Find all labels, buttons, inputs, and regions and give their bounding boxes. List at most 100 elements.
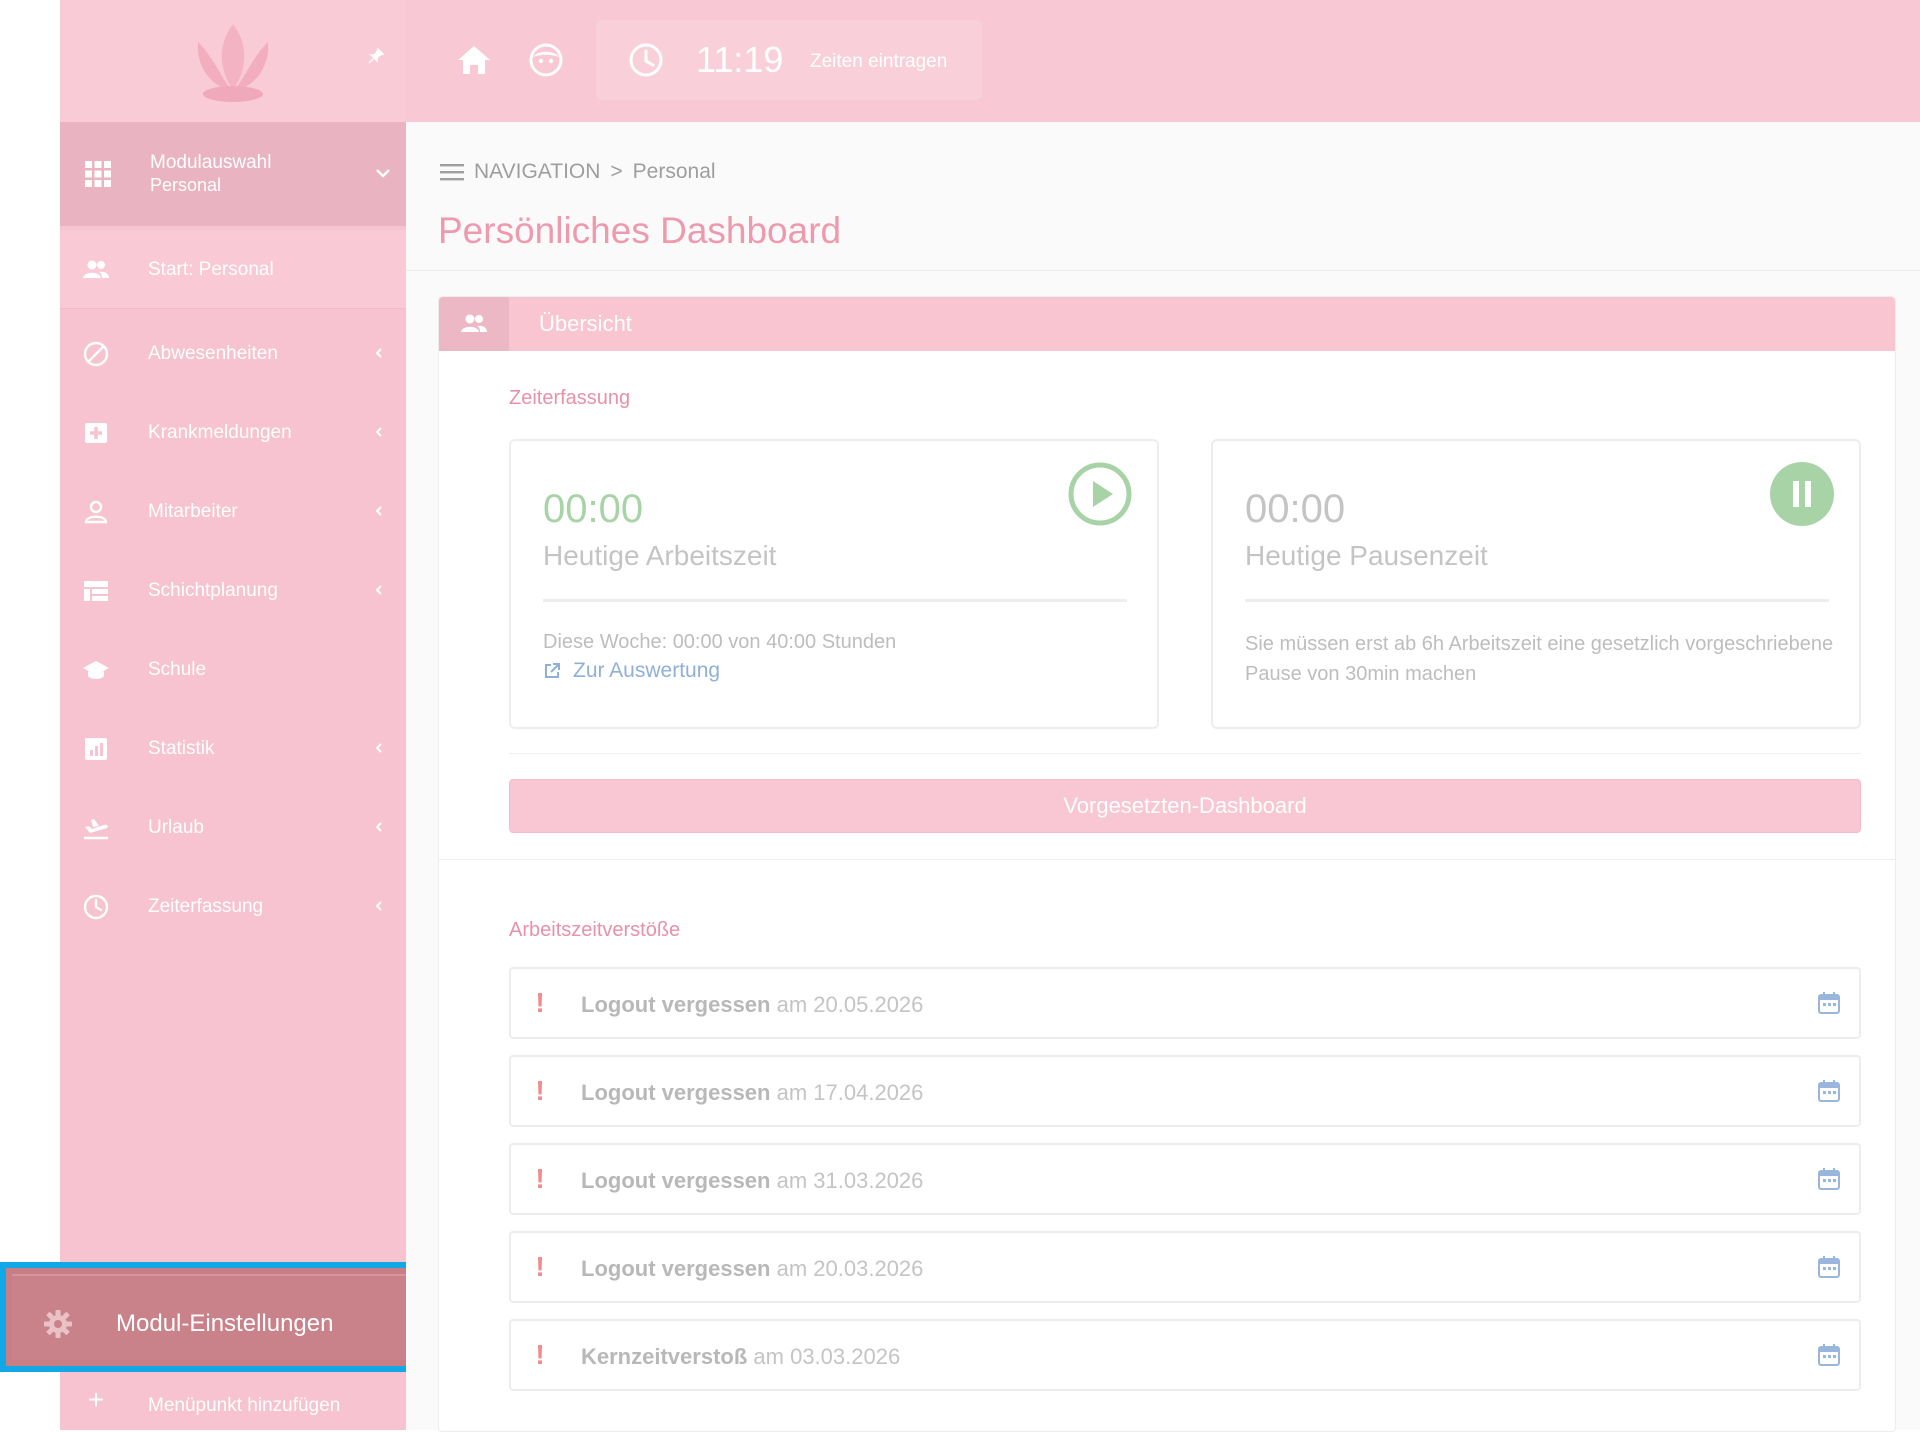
people-icon [83, 260, 109, 278]
sidebar-item-start[interactable]: Start: Personal [60, 230, 406, 309]
violation-row[interactable]: ! Logout vergessen am 20.05.2026 [509, 967, 1861, 1039]
ban-icon [83, 341, 109, 367]
time-entry-link[interactable]: Zeiten eintragen [810, 50, 947, 74]
breadcrumb-separator: > [610, 160, 623, 183]
violation-row[interactable]: ! Kernzeitverstoß am 03.03.2026 [509, 1319, 1861, 1391]
calendar-icon[interactable] [1817, 991, 1841, 1015]
chevron-left-icon [375, 585, 382, 595]
violation-row[interactable]: ! Logout vergessen am 20.03.2026 [509, 1231, 1861, 1303]
chevron-left-icon [375, 506, 382, 516]
violation-date: am 17.04.2026 [776, 1080, 924, 1105]
chevron-left-icon [375, 427, 382, 437]
breadcrumb-current: Personal [632, 160, 716, 183]
pause-time-value: 00:00 [1245, 487, 1346, 531]
chevron-left-icon [375, 901, 382, 911]
add-menu-item-label: Menüpunkt hinzufügen [148, 1395, 341, 1416]
sidebar-item-label: Start: Personal [148, 259, 274, 280]
sidebar-item-label: Zeiterfassung [148, 896, 264, 917]
pin-icon[interactable] [366, 47, 386, 68]
chevron-down-icon [376, 169, 390, 178]
sidebar-item-label: Schichtplanung [148, 580, 278, 601]
sidebar-item-urlaub[interactable]: Urlaub [60, 792, 406, 862]
violation-type: Logout vergessen [581, 1168, 771, 1193]
person-icon [84, 500, 108, 524]
external-link-icon [545, 663, 560, 678]
module-settings-button[interactable]: Modul-Einstellungen [0, 1262, 422, 1372]
top-bar: 11:19 Zeiten eintragen [60, 0, 1920, 122]
exclamation-icon: ! [535, 1251, 545, 1282]
violation-row[interactable]: ! Logout vergessen am 31.03.2026 [509, 1143, 1861, 1215]
divider [509, 753, 1861, 754]
sidebar: Modulauswahl Personal Start: Personal Ab… [60, 122, 406, 1430]
add-menu-item-button[interactable]: + Menüpunkt hinzufügen [60, 1372, 406, 1430]
violation-text: Logout vergessen am 20.05.2026 [581, 991, 923, 1019]
violation-date: am 20.03.2026 [776, 1256, 924, 1281]
logo-area [60, 0, 406, 122]
play-button[interactable] [1067, 461, 1133, 527]
violation-text: Logout vergessen am 20.03.2026 [581, 1255, 923, 1283]
calendar-icon[interactable] [1817, 1255, 1841, 1279]
violation-text: Kernzeitverstoß am 03.03.2026 [581, 1343, 900, 1371]
plane-icon [84, 819, 108, 840]
chart-icon [85, 738, 107, 760]
grid-icon [85, 161, 111, 187]
overview-panel: Übersicht Zeiterfassung 00:00 Heutige Ar… [438, 296, 1896, 1432]
violation-date: am 03.03.2026 [753, 1344, 901, 1369]
main-content: NAVIGATION > Personal Persönliches Dashb… [406, 122, 1920, 1432]
home-icon[interactable] [454, 40, 494, 80]
sidebar-item-zeiterfassung[interactable]: Zeiterfassung [60, 871, 406, 941]
divider [406, 270, 1920, 271]
gear-icon [44, 1310, 72, 1338]
sidebar-item-schule[interactable]: Schule [60, 634, 406, 704]
lotus-logo[interactable] [178, 16, 288, 106]
school-icon [83, 661, 109, 679]
section-title-zeiterfassung: Zeiterfassung [509, 387, 631, 409]
menu-icon[interactable] [440, 163, 464, 181]
face-icon[interactable] [526, 40, 566, 80]
module-subtitle: Personal [150, 175, 222, 195]
evaluation-link[interactable]: Zur Auswertung [543, 659, 720, 683]
pause-time-card: 00:00 Heutige Pausenzeit Sie müssen erst… [1211, 439, 1861, 729]
sidebar-item-label: Krankmeldungen [148, 422, 292, 443]
exclamation-icon: ! [535, 1339, 545, 1370]
violation-row[interactable]: ! Logout vergessen am 17.04.2026 [509, 1055, 1861, 1127]
module-selector[interactable]: Modulauswahl Personal [60, 122, 406, 226]
clock-icon [629, 43, 663, 77]
chevron-left-icon [375, 348, 382, 358]
people-icon [461, 314, 487, 332]
divider [543, 599, 1127, 602]
supervisor-dashboard-button[interactable]: Vorgesetzten-Dashboard [509, 779, 1861, 833]
exclamation-icon: ! [535, 987, 545, 1018]
sidebar-item-mitarbeiter[interactable]: Mitarbeiter [60, 476, 406, 546]
calendar-icon[interactable] [1817, 1079, 1841, 1103]
violation-type: Logout vergessen [581, 992, 771, 1017]
table-icon [84, 581, 108, 601]
sidebar-item-schichtplanung[interactable]: Schichtplanung [60, 555, 406, 625]
violation-type: Logout vergessen [581, 1256, 771, 1281]
time-entry-box[interactable]: 11:19 Zeiten eintragen [596, 20, 982, 100]
sidebar-item-statistik[interactable]: Statistik [60, 713, 406, 783]
evaluation-link-label[interactable]: Zur Auswertung [573, 659, 720, 683]
violation-text: Logout vergessen am 17.04.2026 [581, 1079, 923, 1107]
violation-text: Logout vergessen am 31.03.2026 [581, 1167, 923, 1195]
pause-button[interactable] [1769, 461, 1835, 527]
plus-icon: + [87, 1384, 105, 1415]
module-settings-label: Modul-Einstellungen [116, 1310, 334, 1337]
sidebar-item-label: Schule [148, 659, 207, 680]
panel-header: Übersicht [439, 297, 1895, 351]
sidebar-item-label: Mitarbeiter [148, 501, 238, 522]
medical-icon [85, 423, 107, 443]
calendar-icon[interactable] [1817, 1343, 1841, 1367]
page-title: Persönliches Dashboard [438, 210, 842, 251]
divider [439, 859, 1895, 860]
violation-type: Logout vergessen [581, 1080, 771, 1105]
breadcrumb-root[interactable]: NAVIGATION [474, 160, 600, 184]
clock-icon [83, 894, 109, 920]
current-time: 11:19 [696, 39, 784, 80]
calendar-icon[interactable] [1817, 1167, 1841, 1191]
sidebar-item-label: Statistik [148, 738, 215, 759]
sidebar-item-krankmeldungen[interactable]: Krankmeldungen [60, 397, 406, 467]
sidebar-item-abwesenheiten[interactable]: Abwesenheiten [60, 318, 406, 388]
violation-date: am 31.03.2026 [776, 1168, 924, 1193]
panel-title: Übersicht [539, 311, 632, 336]
